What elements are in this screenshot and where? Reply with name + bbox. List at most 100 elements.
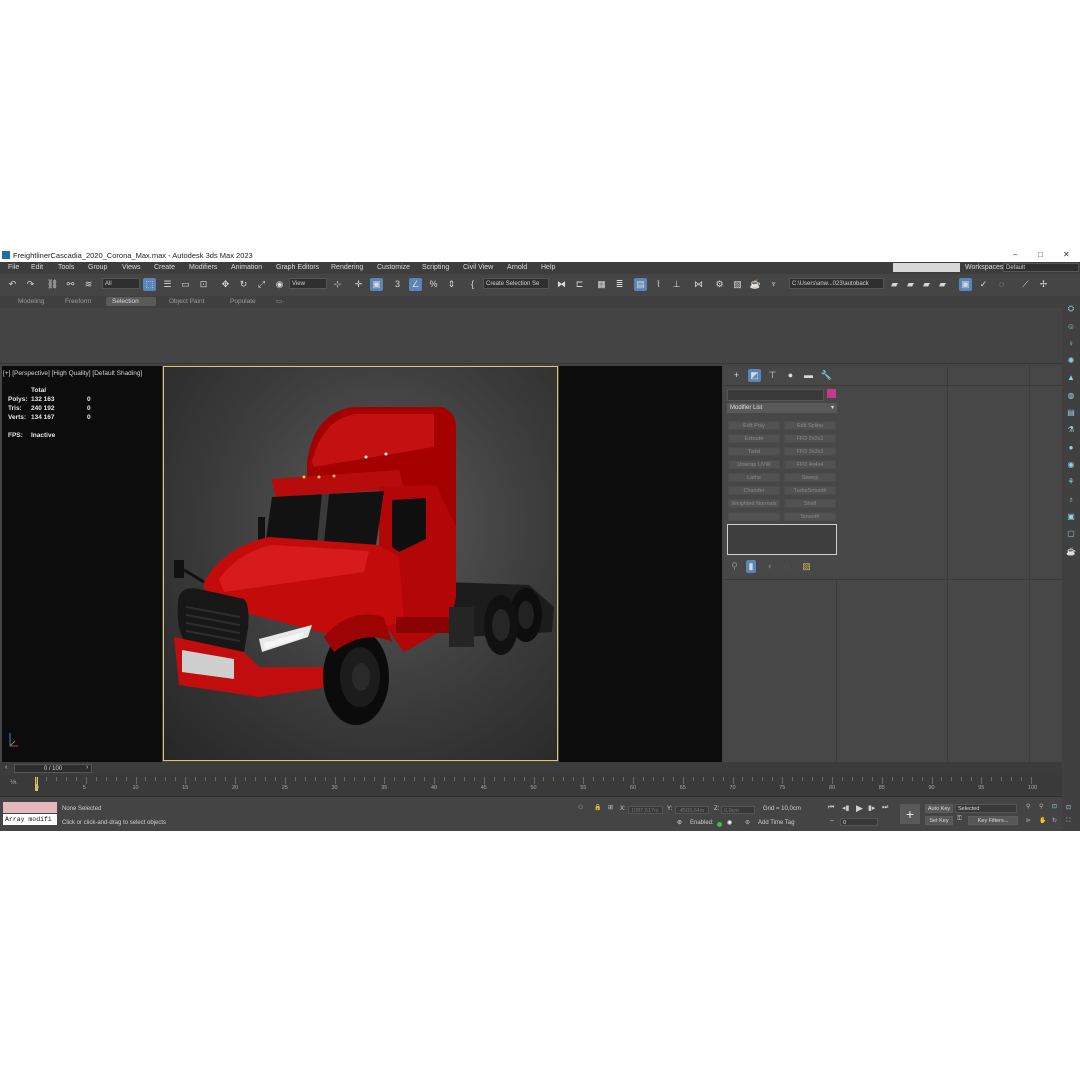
orbit-icon[interactable]: ↻ xyxy=(1052,817,1057,824)
key-filters-button[interactable]: Key Filters... xyxy=(968,816,1018,825)
modify-tab-icon[interactable]: ◩ xyxy=(748,369,761,382)
maxscript-listener-output[interactable] xyxy=(3,802,57,813)
pin-stack-icon[interactable]: ⚲ xyxy=(728,560,741,573)
key-mode-toggle-icon[interactable]: ⇔ xyxy=(829,818,835,824)
rotate-icon[interactable]: ↻ xyxy=(237,278,250,291)
z-coord-field[interactable]: 0,0cm xyxy=(721,806,755,814)
selection-lock-icon[interactable]: 🔒 xyxy=(594,804,601,811)
enabled-indicator[interactable] xyxy=(717,822,722,827)
maximize-button[interactable]: □ xyxy=(1038,250,1043,259)
motion-tab-icon[interactable]: ● xyxy=(784,369,797,382)
modifier-turbosmooth-button[interactable]: TurboSmooth xyxy=(784,486,836,495)
menu-civil-view[interactable]: Civil View xyxy=(463,264,493,271)
modifier-smooth-button[interactable]: Smooth xyxy=(784,512,836,521)
close-button[interactable]: ✕ xyxy=(1063,250,1070,259)
timeline-ruler[interactable]: ⅟ʌ 0 5 10 15 20 25 30 35 40 45 50 55 60 65 70 75 80 85 90 9… xyxy=(0,775,1062,797)
field-of-view-icon[interactable]: ⊳ xyxy=(1026,817,1031,824)
open-project-icon[interactable]: ▰ xyxy=(904,278,917,291)
menu-scripting[interactable]: Scripting xyxy=(422,264,449,271)
redo-icon[interactable]: ↷ xyxy=(24,278,37,291)
add-time-tag[interactable]: Add Time Tag xyxy=(758,820,795,826)
zoom-icon[interactable]: ⚲ xyxy=(1026,803,1030,810)
sphere-icon[interactable]: ● xyxy=(1066,443,1076,453)
spinner-snap-icon[interactable]: ⇕ xyxy=(445,278,458,291)
menu-create[interactable]: Create xyxy=(154,264,175,271)
object-color-swatch[interactable] xyxy=(827,389,836,398)
minimize-button[interactable]: – xyxy=(1013,250,1017,259)
project-path-dropdown[interactable]: C:\Users\anw...023\autoback xyxy=(789,278,884,289)
current-frame-field[interactable]: 0 xyxy=(840,818,878,826)
modifier-empty-button[interactable] xyxy=(728,512,780,521)
window-crossing-icon[interactable]: ⊡ xyxy=(197,278,210,291)
toggle-ribbon-icon[interactable]: ▤ xyxy=(634,278,647,291)
x-coord-field[interactable]: 1087,617m xyxy=(628,806,663,814)
scale-icon[interactable]: ⤢ xyxy=(255,278,268,291)
show-end-result-icon[interactable]: ▮ xyxy=(746,560,756,573)
select-by-name-icon[interactable]: ☰ xyxy=(161,278,174,291)
menu-views[interactable]: Views xyxy=(122,264,141,271)
menu-edit[interactable]: Edit xyxy=(31,264,43,271)
modifier-ffd-2x2x2-button[interactable]: FFD 2x2x2 xyxy=(784,434,836,443)
pivot-center-icon[interactable]: ⊹ xyxy=(331,278,344,291)
save-project-icon[interactable]: ▰ xyxy=(920,278,933,291)
place-icon[interactable]: ◉ xyxy=(273,278,286,291)
track-bar-icon[interactable]: ⅟ʌ xyxy=(10,779,16,786)
next-frame-icon[interactable]: › xyxy=(86,764,88,771)
account-field[interactable] xyxy=(893,263,960,272)
render-window-icon[interactable]: ▢ xyxy=(1066,529,1076,539)
menu-help[interactable]: Help xyxy=(541,264,555,271)
go-to-start-icon[interactable]: ⏮ xyxy=(828,804,834,812)
maximize-viewport-icon[interactable]: ⛶ xyxy=(1066,818,1070,825)
menu-rendering[interactable]: Rendering xyxy=(331,264,363,271)
modifier-ffd-3x3x3-button[interactable]: FFD 3x3x3 xyxy=(784,447,836,456)
named-selection-dropdown[interactable]: Create Selection Se xyxy=(483,278,549,289)
menu-customize[interactable]: Customize xyxy=(377,264,410,271)
tab-modeling[interactable]: Modeling xyxy=(12,297,50,306)
scene-explorer-strip-icon[interactable]: ⛭ xyxy=(1066,304,1076,314)
create-tab-icon[interactable]: + xyxy=(730,369,743,382)
render-production-icon[interactable]: ☕ xyxy=(749,278,762,291)
viewport-right[interactable] xyxy=(559,366,722,762)
menu-modifiers[interactable]: Modifiers xyxy=(189,264,217,271)
disabled-tool-icon[interactable]: ◌ xyxy=(995,278,1008,291)
menu-group[interactable]: Group xyxy=(88,264,107,271)
utilities-tab-icon[interactable]: 🔧 xyxy=(820,369,833,382)
hierarchy-tab-icon[interactable]: ⊤ xyxy=(766,369,779,382)
move-icon[interactable]: ✥ xyxy=(219,278,232,291)
make-unique-icon[interactable]: ◐ xyxy=(764,560,777,573)
mirror-icon[interactable]: ⧓ xyxy=(555,278,568,291)
zoom-extents-icon[interactable]: ⊡ xyxy=(1052,803,1057,810)
cone-icon[interactable]: ▲ xyxy=(1066,373,1076,383)
angle-snap-icon[interactable]: ∠ xyxy=(409,278,422,291)
modifier-ffd-4x4x4-button[interactable]: FFD 4x4x4 xyxy=(784,460,836,469)
render-setup-icon[interactable]: ⚙ xyxy=(713,278,726,291)
menu-animation[interactable]: Animation xyxy=(231,264,262,271)
zoom-extents-all-icon[interactable]: ⊡ xyxy=(1066,804,1071,811)
modifier-edit-spline-button[interactable]: Edit Spline xyxy=(784,421,836,430)
absolute-transform-icon[interactable]: ⊞ xyxy=(608,804,613,811)
undo-icon[interactable]: ↶ xyxy=(6,278,19,291)
edit-named-selection-icon[interactable]: { xyxy=(466,278,479,291)
object-name-field[interactable] xyxy=(727,389,824,401)
transform-gizmo-icon[interactable]: ✢ xyxy=(1037,278,1050,291)
unlink-icon[interactable]: ⚯ xyxy=(64,278,77,291)
percent-snap-icon[interactable]: % xyxy=(427,278,440,291)
set-keys-button[interactable]: + xyxy=(900,804,920,824)
material-ball-icon[interactable]: ◉ xyxy=(1066,460,1076,470)
go-to-end-icon[interactable]: ⏭ xyxy=(882,804,888,812)
scene-explorer-icon[interactable]: ▦ xyxy=(595,278,608,291)
key-filter-icon[interactable]: ⚿ xyxy=(957,816,962,823)
frame-buffer-icon[interactable]: ▣ xyxy=(1066,512,1076,522)
modifier-lathe-button[interactable]: Lathe xyxy=(728,473,780,482)
people-icon[interactable]: ☺ xyxy=(1066,322,1076,332)
menu-graph-editors[interactable]: Graph Editors xyxy=(276,264,319,271)
flask-icon[interactable]: ⚗ xyxy=(1066,425,1076,435)
modifier-unwrap-uvw-button[interactable]: Unwrap UVW xyxy=(728,460,780,469)
reference-coordinate-dropdown[interactable]: View xyxy=(289,278,327,289)
select-manipulate-icon[interactable]: ✛ xyxy=(352,278,365,291)
tab-freeform[interactable]: Freeform xyxy=(59,297,97,306)
archive-project-icon[interactable]: ▰ xyxy=(936,278,949,291)
check-icon[interactable]: ✓ xyxy=(977,278,990,291)
isolate-selection-icon[interactable]: ⚇ xyxy=(578,804,583,811)
modifier-weighted-normals-button[interactable]: Weighted Normals xyxy=(728,499,780,508)
